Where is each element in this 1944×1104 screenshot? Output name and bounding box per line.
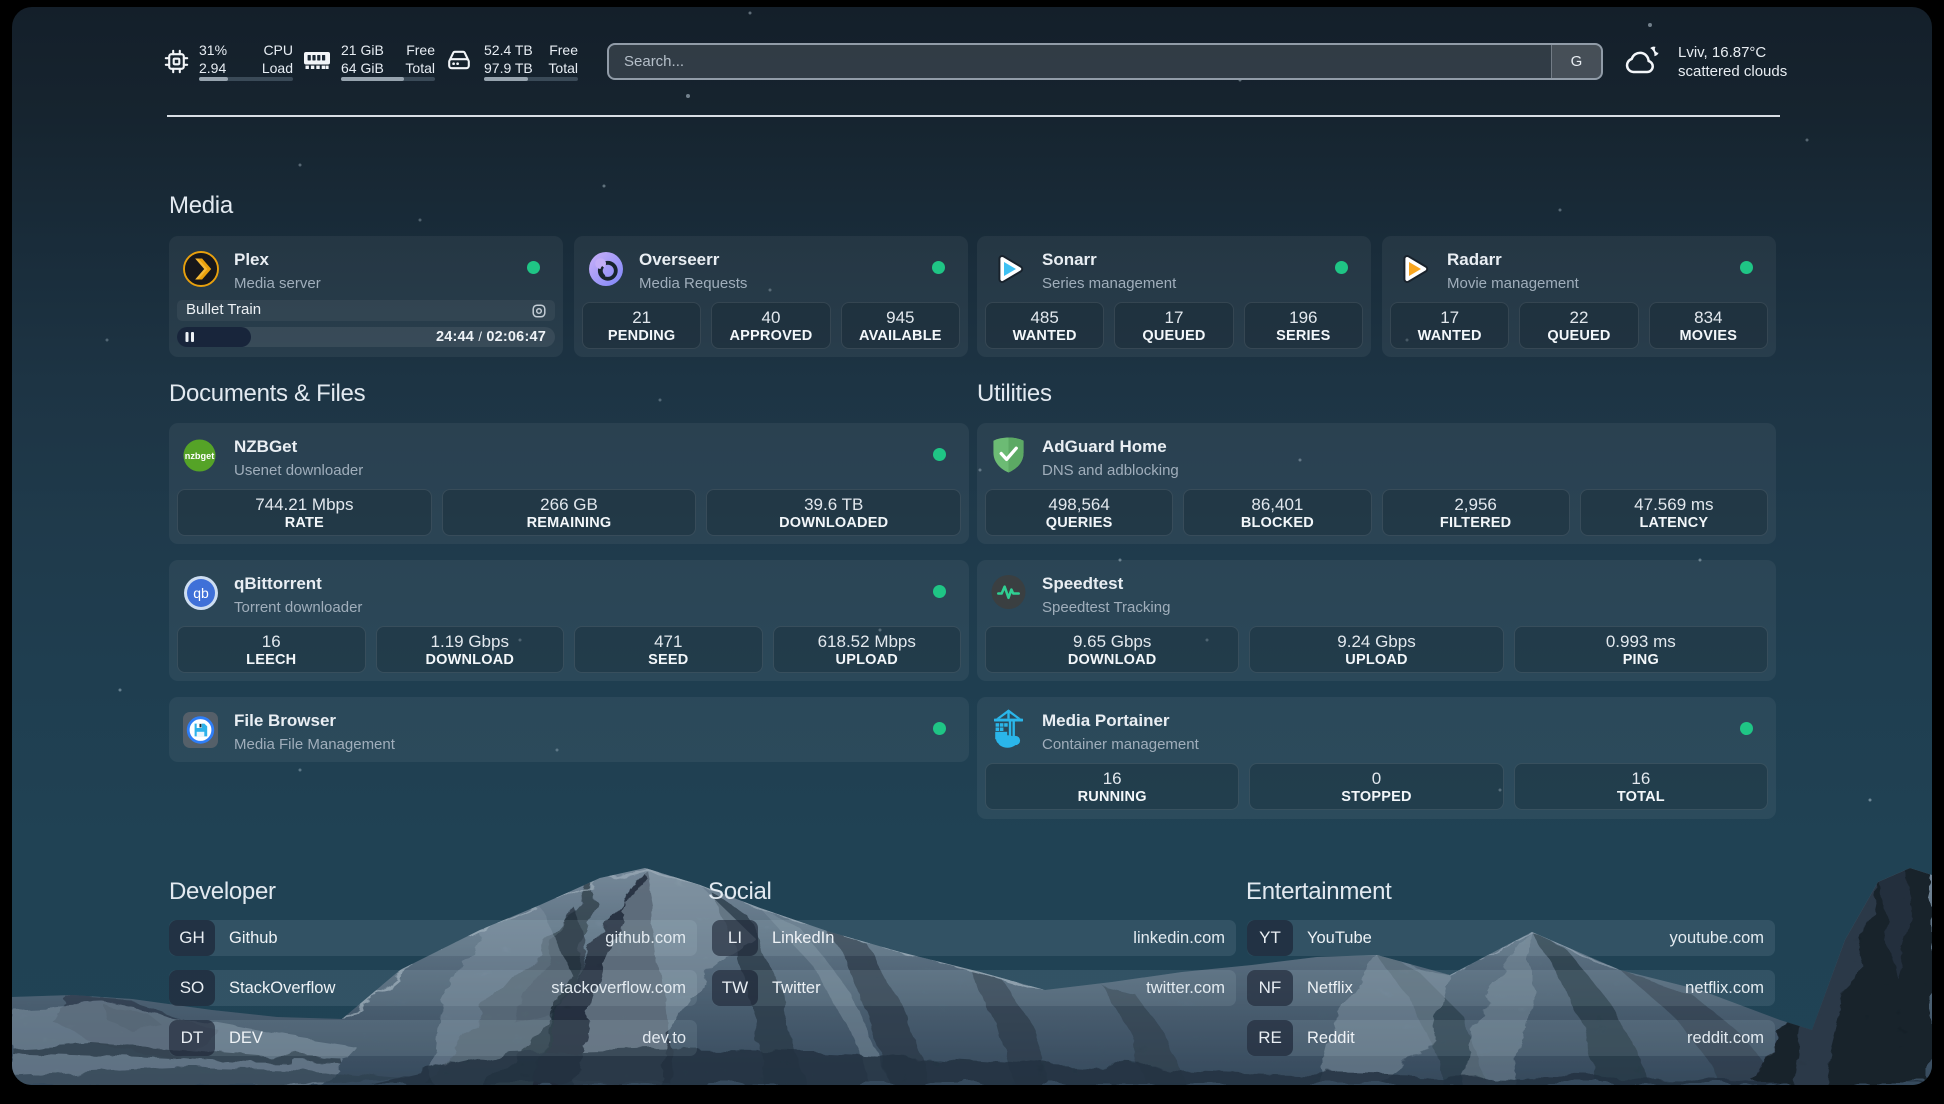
svg-text:nzbget: nzbget: [185, 451, 215, 461]
svg-text:qb: qb: [193, 585, 209, 601]
